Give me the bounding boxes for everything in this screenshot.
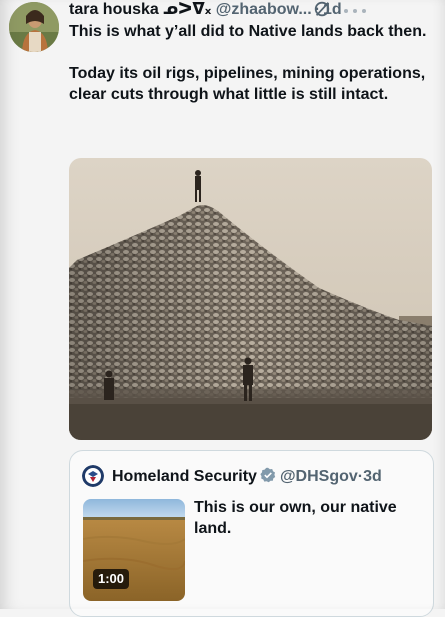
quote-video-thumbnail[interactable]: 1:00 [83,499,185,601]
tweet-paragraph: This is what y’all did to Native lands b… [69,23,427,40]
author-handle[interactable]: @zhaabow... [216,1,312,18]
quote-author-name[interactable]: Homeland Security [112,468,257,485]
historical-photo-image [69,158,432,440]
grok-icon[interactable] [313,0,331,18]
quoted-tweet[interactable]: Homeland Security @DHSgov·3d 1:00 This is… [69,450,434,617]
tweet-header: tara houska ᓄᐳᐁ᙮ @zhaabow... · 1d [69,0,439,20]
author-avatar[interactable] [9,2,59,52]
avatar-photo [9,2,59,52]
more-icon[interactable] [343,8,367,14]
tweet-text: This is what y’all did to Native lands b… [69,21,434,105]
quote-text: This is our own, our native land. [194,499,397,537]
tweet-photo[interactable] [69,158,432,440]
quote-header: Homeland Security @DHSgov·3d [112,467,382,487]
dhs-seal-icon[interactable] [82,465,104,487]
verified-badge-icon [260,467,276,483]
author-name[interactable]: tara houska ᓄᐳᐁ᙮ [69,1,211,18]
tweet-paragraph: Today its oil rigs, pipelines, mining op… [69,65,426,103]
video-duration: 1:00 [93,569,130,589]
quote-author-handle[interactable]: @DHSgov [280,468,358,485]
quote-timestamp[interactable]: 3d [363,468,382,485]
